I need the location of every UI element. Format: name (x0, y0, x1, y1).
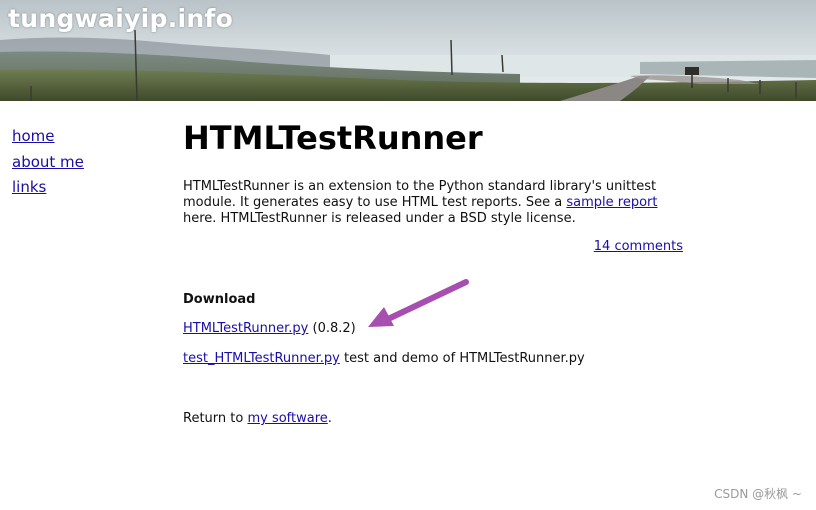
nav-link-home[interactable]: home (12, 126, 84, 146)
download-description-text: test and demo of HTMLTestRunner.py (339, 351, 585, 366)
download-link-htmltestrunner[interactable]: HTMLTestRunner.py (183, 321, 308, 336)
download-version-text: (0.8.2) (308, 321, 356, 336)
nav-link-about-me[interactable]: about me (12, 152, 84, 172)
csdn-watermark: CSDN @秋枫 ~ (714, 487, 802, 501)
site-title: tungwaiyip.info (8, 4, 234, 33)
sample-report-link[interactable]: sample report (566, 195, 657, 210)
intro-paragraph: HTMLTestRunner is an extension to the Py… (183, 179, 683, 227)
my-software-link[interactable]: my software (247, 411, 327, 426)
intro-text-after: here. HTMLTestRunner is released under a… (183, 211, 576, 226)
comments-link[interactable]: 14 comments (594, 239, 683, 254)
return-suffix: . (327, 411, 332, 426)
header-banner: tungwaiyip.info (0, 0, 816, 101)
comments-row: 14 comments (183, 239, 683, 255)
page-title: HTMLTestRunner (183, 119, 483, 157)
download-item: test_HTMLTestRunner.py test and demo of … (183, 351, 683, 367)
nav-link-links[interactable]: links (12, 177, 84, 197)
return-line: Return to my software. (183, 411, 683, 427)
download-link-test-htmltestrunner[interactable]: test_HTMLTestRunner.py (183, 351, 340, 366)
sidebar-nav: home about me links (12, 126, 84, 203)
return-prefix: Return to (183, 411, 248, 426)
annotation-arrow-icon (368, 279, 469, 327)
